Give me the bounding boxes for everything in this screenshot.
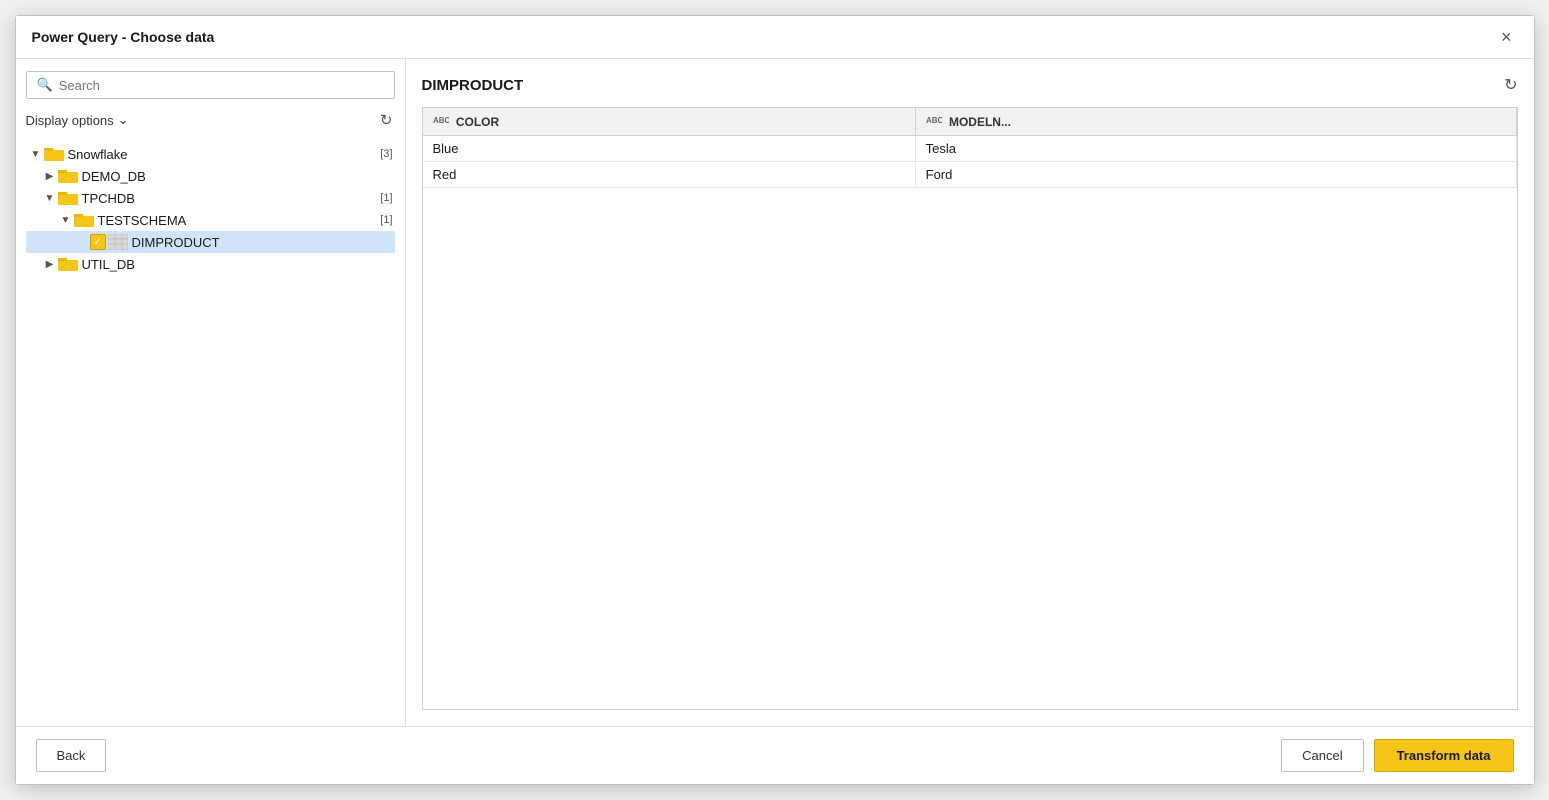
search-input[interactable] <box>59 78 384 93</box>
tree-item-testschema[interactable]: ▼ TESTSCHEMA [1] <box>26 209 395 231</box>
testschema-badge: [1] <box>380 214 392 226</box>
folder-icon <box>58 190 78 206</box>
tree-item-dimproduct[interactable]: ✓ DIMPRODUCT <box>26 231 395 253</box>
col-color-label: COLOR <box>456 115 499 129</box>
svg-text:ABC: ABC <box>926 116 942 125</box>
snowflake-badge: [3] <box>380 148 392 160</box>
col-type-icon: ABC <box>926 114 942 126</box>
demo-db-label: DEMO_DB <box>82 169 393 184</box>
collapse-icon: ▼ <box>42 193 58 204</box>
tree-container: ▼ Snowflake [3] ▶ <box>26 143 395 714</box>
preview-header: DIMPRODUCT ↻ <box>422 75 1518 95</box>
tree-item-tpchdb[interactable]: ▼ TPCHDB [1] <box>26 187 395 209</box>
preview-title: DIMPRODUCT <box>422 77 524 94</box>
col-type-icon: ABC <box>433 114 449 126</box>
expand-icon: ▶ <box>42 259 58 270</box>
right-panel: DIMPRODUCT ↻ ABC COLO <box>406 59 1534 726</box>
snowflake-label: Snowflake <box>68 147 377 162</box>
collapse-icon: ▼ <box>28 149 44 160</box>
footer: Back Cancel Transform data <box>16 726 1534 784</box>
util-db-label: UTIL_DB <box>82 257 393 272</box>
table-row: Red Ford <box>423 162 1517 188</box>
data-table: ABC COLOR ABC <box>423 108 1517 188</box>
tree-item-util-db[interactable]: ▶ UTIL_DB <box>26 253 395 275</box>
left-panel-refresh-button[interactable]: ↻ <box>378 109 395 131</box>
dimproduct-label: DIMPRODUCT <box>132 235 393 250</box>
display-options-label: Display options <box>26 113 114 128</box>
folder-icon <box>44 146 64 162</box>
left-panel: 🔍 Display options ⌄ ↻ ▼ <box>16 59 406 726</box>
svg-text:ABC: ABC <box>433 116 449 125</box>
footer-left: Back <box>36 739 107 772</box>
dialog-title: Power Query - Choose data <box>32 29 215 45</box>
dialog: Power Query - Choose data × 🔍 Display op… <box>15 15 1535 785</box>
chevron-down-icon: ⌄ <box>118 112 129 128</box>
folder-icon <box>74 212 94 228</box>
search-icon: 🔍 <box>37 77 53 93</box>
tree-item-demo-db[interactable]: ▶ DEMO_DB <box>26 165 395 187</box>
collapse-icon: ▼ <box>58 215 74 226</box>
cell-model-1: Tesla <box>915 136 1516 162</box>
data-table-wrapper: ABC COLOR ABC <box>422 107 1518 710</box>
folder-icon <box>58 256 78 272</box>
preview-refresh-button[interactable]: ↻ <box>1504 75 1517 95</box>
title-bar: Power Query - Choose data × <box>16 16 1534 59</box>
cell-color-1: Blue <box>423 136 916 162</box>
back-button[interactable]: Back <box>36 739 107 772</box>
cell-color-2: Red <box>423 162 916 188</box>
testschema-label: TESTSCHEMA <box>98 213 377 228</box>
col-modelname-label: MODELN... <box>949 115 1011 129</box>
search-box: 🔍 <box>26 71 395 99</box>
table-header-row: ABC COLOR ABC <box>423 108 1517 136</box>
display-options-row: Display options ⌄ ↻ <box>26 107 395 133</box>
table-icon <box>108 234 128 250</box>
transform-data-button[interactable]: Transform data <box>1374 739 1514 772</box>
expand-icon: ▶ <box>42 171 58 182</box>
tpchdb-label: TPCHDB <box>82 191 377 206</box>
col-header-modelname: ABC MODELN... <box>915 108 1516 136</box>
tree-item-snowflake[interactable]: ▼ Snowflake [3] <box>26 143 395 165</box>
check-icon: ✓ <box>90 234 106 250</box>
dialog-body: 🔍 Display options ⌄ ↻ ▼ <box>16 59 1534 726</box>
col-header-color: ABC COLOR <box>423 108 916 136</box>
close-button[interactable]: × <box>1495 26 1518 48</box>
folder-icon <box>58 168 78 184</box>
footer-right: Cancel Transform data <box>1281 739 1513 772</box>
display-options-button[interactable]: Display options ⌄ <box>26 112 129 128</box>
cancel-button[interactable]: Cancel <box>1281 739 1363 772</box>
table-row: Blue Tesla <box>423 136 1517 162</box>
cell-model-2: Ford <box>915 162 1516 188</box>
tpchdb-badge: [1] <box>380 192 392 204</box>
